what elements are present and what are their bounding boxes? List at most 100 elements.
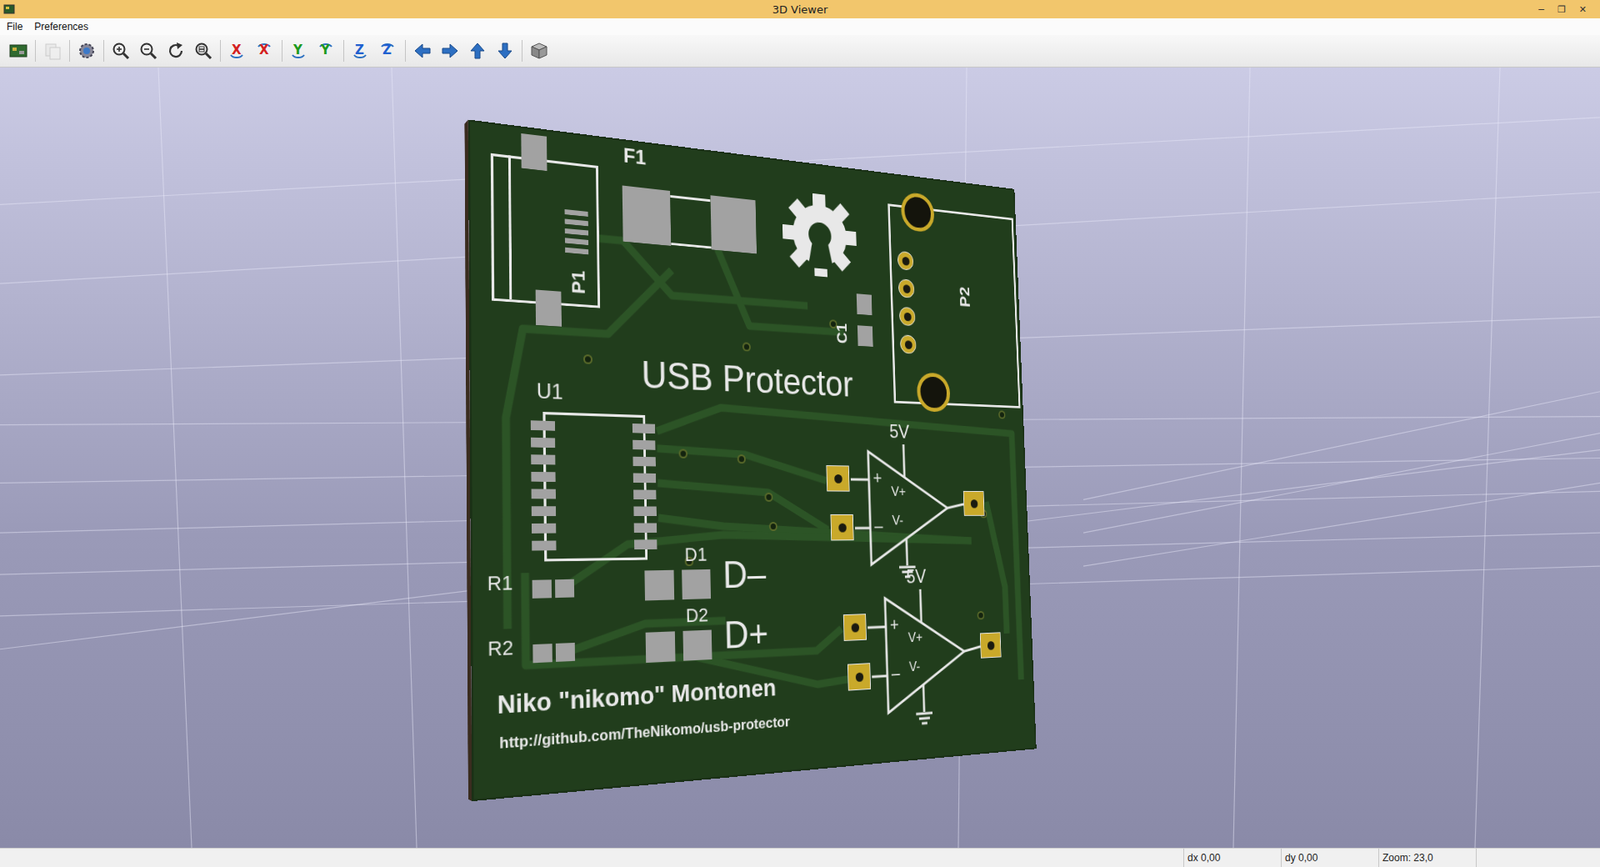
ic-pad [634, 539, 658, 550]
toolbar-group: XX [225, 39, 277, 63]
signal-label: D– [722, 552, 767, 597]
toolbar-button[interactable]: X [225, 39, 250, 63]
pcb-board[interactable]: P1F1C1P2USB ProtectorU1R1D1D–R2D2D+5V+–V… [468, 119, 1037, 801]
toolbar-separator [35, 40, 36, 62]
plus-sign: + [890, 614, 900, 635]
open-hardware-gear-icon [779, 186, 860, 282]
toolbar-button[interactable]: Y [287, 39, 311, 63]
ic-pad [633, 473, 657, 484]
plus-sign: + [872, 467, 882, 488]
toolbar-button[interactable] [164, 39, 188, 63]
ic-pad [531, 540, 557, 550]
capacitor-ref: C1 [834, 322, 851, 345]
usb-connector-ref: P1 [567, 269, 590, 295]
toolbar-group [410, 39, 517, 63]
toolbar-separator [521, 40, 523, 62]
toolbar-button[interactable] [438, 39, 462, 63]
via [583, 354, 593, 365]
toolbar-button[interactable] [109, 39, 133, 63]
toolbar-separator [343, 40, 345, 62]
rotate-x-rotate-icon: X [226, 40, 249, 62]
ic-pad [633, 490, 657, 500]
rotate-x-back-rotate-icon: X [254, 40, 276, 62]
status-field: dy 0,00 [1280, 848, 1379, 867]
ic-pad [632, 440, 656, 450]
board-reload-icon [8, 40, 29, 61]
signal-label: D+ [723, 611, 769, 657]
via [765, 492, 774, 502]
toolbar-button [40, 39, 65, 63]
status-bar: dx 0,00dy 0,00Zoom: 23,0 [0, 847, 1600, 867]
toolbar-separator [103, 40, 105, 62]
status-message [0, 848, 1184, 867]
window-title: 3D Viewer [772, 1, 829, 18]
diode-ref: D2 [685, 603, 709, 626]
pcb-view[interactable]: P1F1C1P2USB ProtectorU1R1D1D–R2D2D+5V+–V… [466, 150, 1084, 768]
toolbar-separator [69, 40, 70, 62]
toolbar-separator [405, 40, 406, 62]
resistor-pad [532, 643, 553, 663]
board-title: USB Protector [640, 353, 854, 405]
window-control-button[interactable]: ❐ [1552, 4, 1571, 15]
vminus-label: V- [909, 658, 921, 675]
axis-letter: Z [382, 42, 392, 58]
opamp-input-pad [843, 613, 867, 641]
toolbar-button[interactable] [75, 39, 99, 63]
toolbar-group [527, 39, 551, 63]
toolbar-button[interactable] [191, 39, 215, 63]
diode-pad [681, 569, 711, 600]
fuse-pad [710, 195, 758, 254]
toolbar-button[interactable]: Z [349, 39, 373, 63]
toolbar-button[interactable] [136, 39, 160, 63]
app-icon [3, 3, 15, 15]
toolbar-button[interactable] [410, 39, 435, 63]
via [998, 410, 1006, 419]
toolbar-group [109, 39, 215, 63]
toolbar-button[interactable]: Z [376, 39, 400, 63]
toolbar-button[interactable] [493, 39, 517, 63]
resistor-ref: R2 [487, 635, 514, 661]
opamp-output-pad [980, 631, 1002, 658]
usb-pin-pad [565, 247, 589, 255]
move-up-arrow-icon [467, 40, 488, 61]
status-field: Zoom: 23,0 [1378, 848, 1476, 867]
toolbar: XXYYZZ [0, 35, 1600, 68]
opamp-symbol: 5V+–V+V- [841, 563, 1009, 733]
header-pad [900, 334, 917, 355]
signal-row: R1D1D– [470, 541, 830, 620]
zoom-in-magnifier-icon [110, 40, 131, 61]
vminus-label: V- [891, 512, 904, 529]
axis-letter: Y [293, 42, 303, 58]
axis-letter: X [231, 42, 242, 58]
move-down-arrow-icon [495, 40, 515, 61]
resistor-pad [555, 579, 575, 598]
toolbar-group [6, 39, 30, 63]
rotate-y-back-rotate-icon: Y [315, 40, 338, 62]
menu-bar: File Preferences [0, 18, 1600, 35]
3d-canvas[interactable]: P1F1C1P2USB ProtectorU1R1D1D–R2D2D+5V+–V… [0, 67, 1600, 848]
ic-pad [632, 423, 655, 434]
rotate-y-rotate-icon: Y [288, 40, 310, 62]
ic-pad [633, 506, 657, 517]
window-control-button[interactable]: ─ [1533, 4, 1550, 15]
opamp-output-pad [963, 490, 985, 516]
toolbar-button[interactable] [6, 39, 30, 63]
toolbar-button[interactable]: Y [315, 39, 339, 63]
toolbar-button[interactable] [527, 39, 551, 63]
author-text: Niko "nikomo" Montonen [497, 674, 777, 721]
usb-pin-pad [565, 228, 589, 236]
move-right-arrow-icon [440, 40, 460, 61]
menu-item[interactable]: Preferences [34, 20, 89, 33]
toolbar-button[interactable] [465, 39, 490, 63]
menu-item[interactable]: File [6, 20, 23, 33]
url-text: http://github.com/TheNikomo/usb-protecto… [499, 713, 790, 753]
usb-mount-pad [535, 290, 562, 327]
window-control-button[interactable]: ✕ [1574, 4, 1592, 15]
title-bar: 3D Viewer ─❐✕ [0, 0, 1600, 19]
toolbar-button[interactable]: X [253, 39, 277, 63]
axis-letter: X [259, 42, 270, 58]
minus-sign: – [874, 515, 884, 537]
copy-icon [42, 40, 63, 61]
header-pad [897, 250, 915, 271]
ic-pad [531, 523, 557, 534]
